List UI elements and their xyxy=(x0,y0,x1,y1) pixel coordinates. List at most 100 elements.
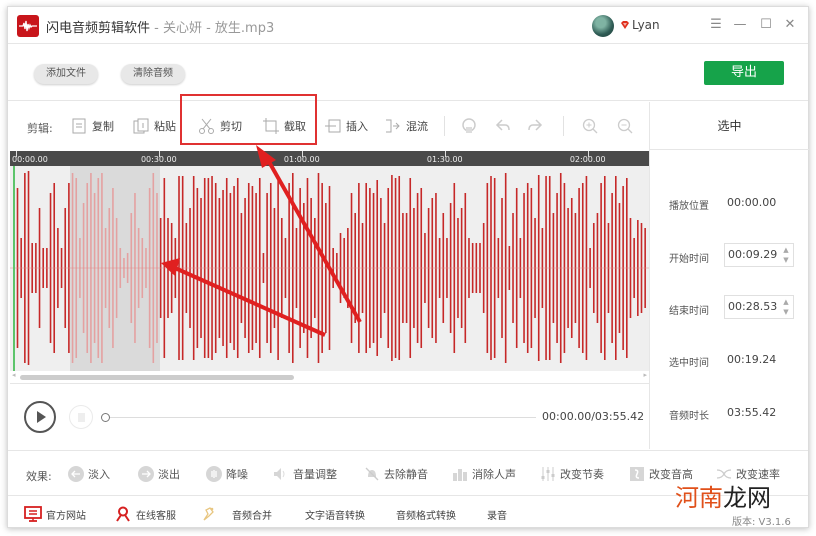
title-bar: 闪电音频剪辑软件 - 关心妍 - 放生.mp3 Lyan ☰ — ☐ ✕ xyxy=(8,7,808,44)
effects-label: 效果: xyxy=(26,470,52,483)
toolbar-divider xyxy=(563,116,564,136)
loop-button[interactable] xyxy=(460,114,482,138)
format-convert-link[interactable]: 音频格式转换 xyxy=(396,505,456,523)
official-site-link[interactable]: 官方网站 xyxy=(24,505,86,523)
minimize-icon: — xyxy=(733,17,747,32)
export-button[interactable]: 导出 xyxy=(704,61,784,85)
close-button[interactable]: ✕ xyxy=(780,15,800,35)
hamburger-icon: ☰ xyxy=(710,17,722,32)
mix-icon xyxy=(386,119,400,133)
file-name: - 关心妍 - 放生.mp3 xyxy=(150,21,275,36)
start-time-decrement[interactable]: ▼ xyxy=(781,256,791,264)
paste-button[interactable]: 粘贴 xyxy=(132,114,176,138)
audio-merge-link[interactable]: 音频合并 xyxy=(200,505,272,523)
username[interactable]: Lyan xyxy=(632,18,660,32)
start-time-label: 开始时间 xyxy=(669,254,709,265)
record-link[interactable]: 录音 xyxy=(487,505,507,523)
watermark-part1: 河南 xyxy=(675,484,723,512)
end-time-label: 结束时间 xyxy=(669,306,709,317)
redo-icon xyxy=(528,119,543,131)
menu-button[interactable]: ☰ xyxy=(706,15,726,35)
playhead[interactable] xyxy=(13,166,15,371)
maximize-button[interactable]: ☐ xyxy=(756,15,776,35)
selected-duration-label: 选中时间 xyxy=(669,358,709,369)
scroll-right-icon[interactable]: ▸ xyxy=(643,371,647,379)
scrollbar-thumb[interactable] xyxy=(20,375,294,380)
fade-out-icon xyxy=(138,466,154,482)
effect-tempo[interactable]: 改变节奏 xyxy=(540,463,604,485)
effect-vocal-remove[interactable]: 消除人声 xyxy=(452,463,516,485)
merge-icon xyxy=(203,507,214,521)
link-label: 在线客服 xyxy=(136,510,176,522)
ruler-tick-label: 02:00.00 xyxy=(569,155,606,164)
link-label: 官方网站 xyxy=(46,510,86,522)
end-time-decrement[interactable]: ▼ xyxy=(781,308,791,316)
pitch-icon xyxy=(630,467,644,481)
watermark: 河南龙网 xyxy=(675,478,771,513)
monitor-icon xyxy=(24,506,42,522)
effect-fade-out[interactable]: 淡出 xyxy=(138,463,180,485)
progress-track[interactable] xyxy=(104,417,536,418)
link-label: 录音 xyxy=(487,510,507,522)
zoom-in-button[interactable] xyxy=(581,114,603,138)
copy-icon xyxy=(72,118,86,134)
version-text: 版本: V3.1.6 xyxy=(732,517,791,528)
clear-audio-button[interactable]: 清除音频 xyxy=(121,64,185,84)
ruler-tick-label: 01:00.00 xyxy=(283,155,320,164)
horizontal-scrollbar[interactable]: ◂ ▸ xyxy=(10,371,649,384)
waveform xyxy=(10,171,649,365)
text-to-speech-link[interactable]: 文字语音转换 xyxy=(305,505,365,523)
undo-icon xyxy=(495,119,510,131)
stop-button[interactable] xyxy=(69,405,93,429)
insert-button[interactable]: 插入 xyxy=(324,114,368,138)
player-bar: 00:00.00/03:55.42 xyxy=(8,385,649,449)
audio-duration-value: 03:55.42 xyxy=(727,406,777,419)
vip-diamond-icon xyxy=(621,21,629,29)
volume-icon xyxy=(274,468,285,480)
minimize-button[interactable]: — xyxy=(730,15,750,35)
effect-noise-reduction[interactable]: 降噪 xyxy=(206,463,248,485)
edit-toolbar: 剪辑: 复制 粘贴 剪切 截取 插入 混流 xyxy=(8,102,649,151)
selected-duration-value: 00:19.24 xyxy=(727,353,777,366)
effect-volume[interactable]: 音量调整 xyxy=(273,463,337,485)
end-time-input[interactable]: 00:28.53 ▲ ▼ xyxy=(724,295,794,319)
effect-remove-silence[interactable]: 去除静音 xyxy=(364,463,428,485)
avatar[interactable] xyxy=(592,15,614,37)
effect-fade-in[interactable]: 淡入 xyxy=(68,463,110,485)
copy-label: 复制 xyxy=(92,120,114,133)
play-button[interactable] xyxy=(24,401,56,433)
link-label: 文字语音转换 xyxy=(305,510,365,522)
zoom-out-icon xyxy=(617,118,633,134)
mix-button[interactable]: 混流 xyxy=(384,114,428,138)
end-time-value: 00:28.53 xyxy=(728,300,778,313)
undo-button[interactable] xyxy=(494,114,516,138)
zoom-out-button[interactable] xyxy=(616,114,638,138)
watermark-part2: 龙网 xyxy=(723,484,771,512)
close-icon: ✕ xyxy=(784,17,796,32)
insert-icon xyxy=(325,119,341,133)
app-name: 闪电音频剪辑软件 xyxy=(46,21,151,36)
add-file-button[interactable]: 添加文件 xyxy=(34,64,98,84)
ruler-tick-label: 01:30.00 xyxy=(426,155,463,164)
link-label: 音频格式转换 xyxy=(396,510,456,522)
start-time-value: 00:09.29 xyxy=(728,248,778,261)
waveform-area[interactable] xyxy=(10,166,649,371)
time-readout: 00:00.00/03:55.42 xyxy=(542,410,645,423)
timeline-ruler[interactable]: 00:00.00 00:30.00 01:00.00 01:30.00 02:00.00 xyxy=(10,151,649,166)
effect-label: 消除人声 xyxy=(472,468,516,481)
redo-button[interactable] xyxy=(526,114,548,138)
end-time-increment[interactable]: ▲ xyxy=(781,298,791,306)
selection-panel: 选中 播放位置 00:00.00 开始时间 00:09.29 ▲ ▼ 结束时间 … xyxy=(649,102,809,449)
effect-label: 淡入 xyxy=(88,468,110,481)
top-toolbar: 添加文件 清除音频 导出 xyxy=(8,45,808,101)
progress-knob[interactable] xyxy=(101,413,110,422)
online-support-link[interactable]: 在线客服 xyxy=(114,505,176,523)
start-time-input[interactable]: 00:09.29 ▲ ▼ xyxy=(724,243,794,267)
zoom-in-icon xyxy=(582,118,598,134)
scroll-left-icon[interactable]: ◂ xyxy=(12,371,16,379)
effect-label: 音量调整 xyxy=(293,468,337,481)
paste-icon xyxy=(133,118,149,134)
copy-button[interactable]: 复制 xyxy=(70,114,114,138)
start-time-increment[interactable]: ▲ xyxy=(781,246,791,254)
effect-label: 改变节奏 xyxy=(560,468,604,481)
